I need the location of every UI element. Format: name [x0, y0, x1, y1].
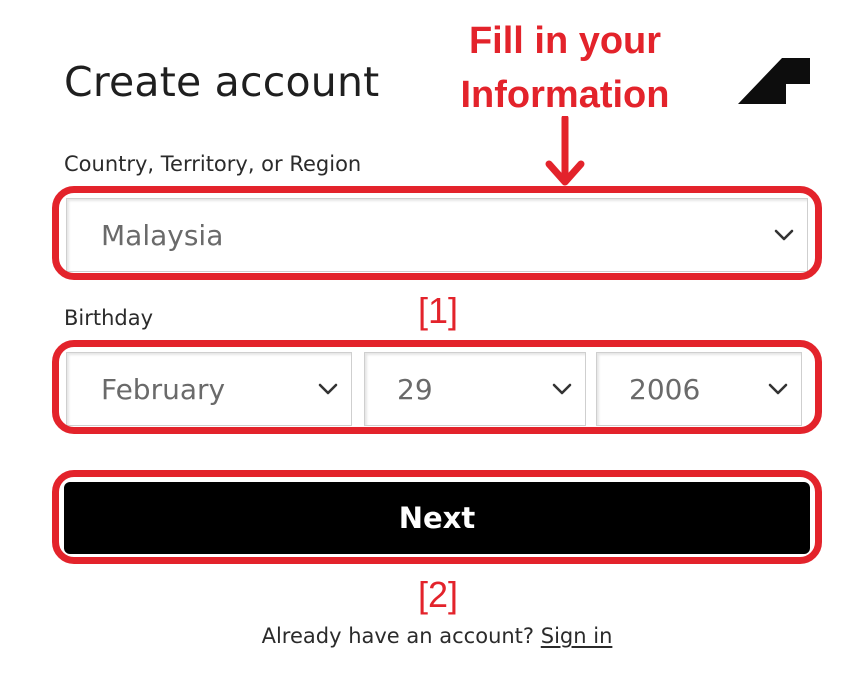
- arrow-down-icon: [545, 116, 585, 186]
- signin-row: Already have an account? Sign in: [0, 624, 845, 648]
- signin-link[interactable]: Sign in: [541, 624, 613, 648]
- country-label: Country, Territory, or Region: [64, 152, 362, 176]
- page-title: Create account: [64, 58, 380, 106]
- annotation-line-2: Information: [460, 74, 670, 116]
- step-1-label: [1]: [417, 290, 459, 331]
- birth-year-select[interactable]: 2006: [596, 352, 802, 426]
- chevron-down-icon: [552, 383, 572, 395]
- country-select[interactable]: Malaysia: [66, 198, 808, 272]
- annotation-heading: Fill in your Information: [420, 14, 710, 122]
- autodesk-logo-icon: [738, 58, 810, 104]
- birth-month-select[interactable]: February: [66, 352, 352, 426]
- chevron-down-icon: [318, 383, 338, 395]
- birthday-label: Birthday: [64, 306, 154, 330]
- chevron-down-icon: [768, 383, 788, 395]
- step-2-label: [2]: [417, 574, 459, 615]
- birth-day-select[interactable]: 29: [364, 352, 586, 426]
- birth-day-value: 29: [397, 372, 433, 406]
- birth-year-value: 2006: [629, 372, 701, 406]
- country-select-value: Malaysia: [101, 218, 224, 252]
- next-button[interactable]: Next: [64, 482, 810, 554]
- annotation-line-1: Fill in your: [468, 20, 662, 62]
- birth-month-value: February: [101, 372, 226, 406]
- signin-prompt: Already have an account?: [261, 624, 541, 648]
- chevron-down-icon: [774, 229, 794, 241]
